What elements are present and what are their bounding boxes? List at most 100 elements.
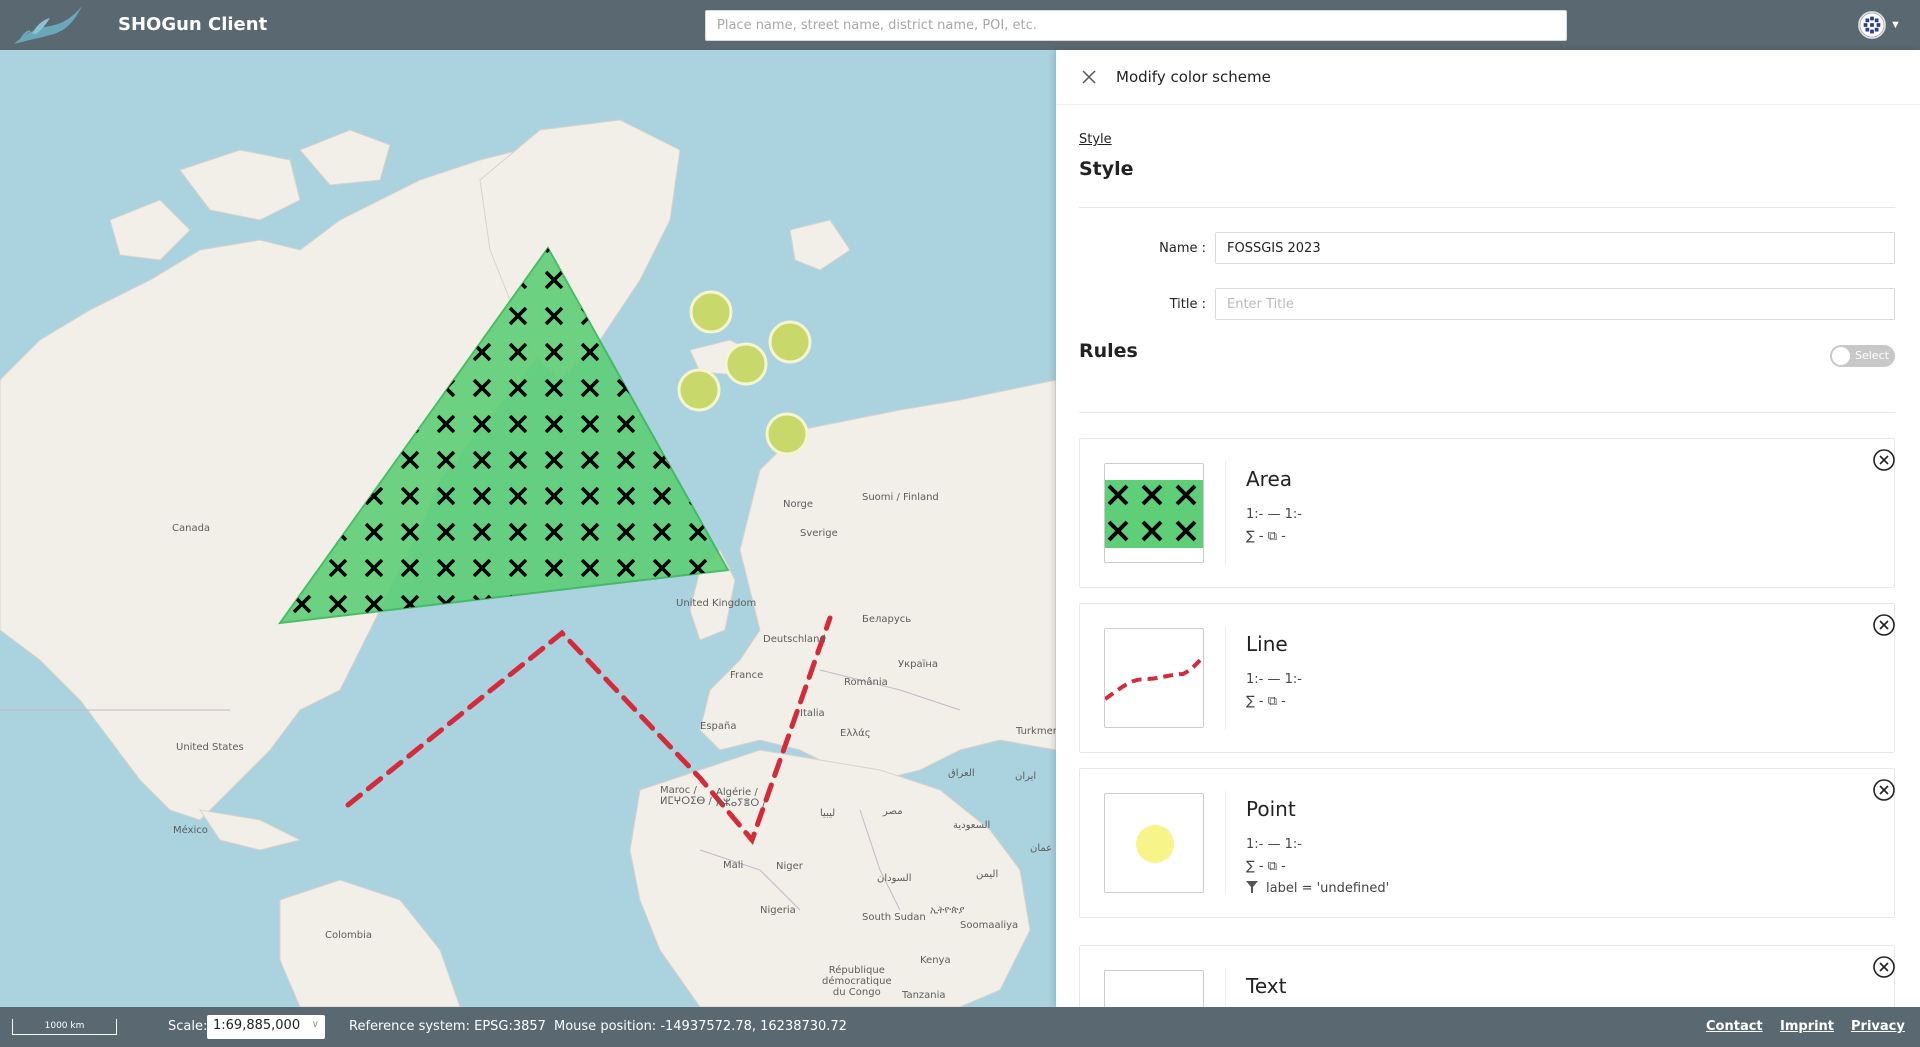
map-label-oman: عمان xyxy=(1030,843,1053,854)
map-label-saudi: السعودية xyxy=(953,820,991,831)
map-label-italia: Italia xyxy=(800,708,825,719)
close-icon[interactable] xyxy=(1079,67,1099,87)
breadcrumb-style[interactable]: Style xyxy=(1079,132,1112,147)
footer: 1000 km Scale: 1:69,885,000 ∨ Reference … xyxy=(0,1007,1920,1047)
remove-rule-icon[interactable] xyxy=(1872,613,1896,637)
map-label-espana: España xyxy=(700,721,737,732)
map-label-ellas: Ελλάς xyxy=(840,728,871,739)
map-label-norge: Norge xyxy=(783,499,814,510)
remove-rule-icon[interactable] xyxy=(1872,448,1896,472)
map-label-egypt: مصر xyxy=(883,806,903,817)
map-label-iran: ایران xyxy=(1015,771,1037,782)
rule-scale: 1:- — 1:- xyxy=(1246,837,1302,852)
map-label-south-sudan: South Sudan xyxy=(862,912,926,923)
panel-header: Modify color scheme xyxy=(1056,50,1920,105)
map-label-algerie: Algérie / ⴷⵣⴰⵢⴻⵔ / xyxy=(716,787,766,809)
map-label-colombia: Colombia xyxy=(325,930,372,941)
area-symbol-preview xyxy=(1104,463,1204,563)
style-editor-panel: Modify color scheme Style Style Name : T… xyxy=(1056,50,1920,1007)
mouse-position: Mouse position: -14937572.78, 16238730.7… xyxy=(554,1019,847,1034)
map-label-maroc: Maroc / ⵍⵎⵖⵔⵉⴱ / xyxy=(660,785,712,807)
reference-system: Reference system: EPSG:3857 xyxy=(349,1019,546,1034)
map-label-kenya: Kenya xyxy=(920,955,951,966)
scale-select[interactable]: 1:69,885,000 ∨ xyxy=(207,1015,325,1039)
name-label: Name : xyxy=(1159,241,1206,256)
chevron-down-icon: ▼ xyxy=(1890,19,1901,31)
rule-name: Point xyxy=(1246,797,1296,821)
imprint-link[interactable]: Imprint xyxy=(1780,1019,1834,1034)
map-label-france: France xyxy=(730,670,764,681)
map-label-sudan: السودان xyxy=(877,873,912,884)
map-label-niger: Niger xyxy=(776,861,803,872)
rule-separator xyxy=(1225,968,1226,1007)
map-label-yemen: اليمن xyxy=(976,869,999,880)
panel-title: Modify color scheme xyxy=(1116,68,1271,86)
scale-bar-label: 1000 km xyxy=(44,1021,85,1031)
remove-rule-icon[interactable] xyxy=(1872,778,1896,802)
rule-card-text[interactable]: Text xyxy=(1079,945,1895,1007)
map-label-romania: România xyxy=(844,677,888,688)
map-label-suomi: Suomi / Finland xyxy=(862,492,939,503)
map-label-deutschland: Deutschland xyxy=(763,634,826,645)
rule-stats: ∑ - ⧉ - xyxy=(1246,529,1286,544)
rule-stats: ∑ - ⧉ - xyxy=(1246,859,1286,874)
map-canvas[interactable] xyxy=(0,50,1056,1007)
rule-scale: 1:- — 1:- xyxy=(1246,672,1302,687)
name-field[interactable] xyxy=(1215,232,1895,264)
map-label-mexico: México xyxy=(173,825,208,836)
map-label-libya: ليبيا xyxy=(820,808,836,819)
remove-rule-icon[interactable] xyxy=(1872,955,1896,979)
rule-separator xyxy=(1225,461,1226,565)
map-label-ethiopia: ኢትዮጵያ xyxy=(930,905,965,916)
rule-name: Area xyxy=(1246,467,1293,491)
user-menu[interactable]: ▼ xyxy=(1858,10,1908,40)
map-label-belarus: Беларусь xyxy=(862,614,912,625)
rule-card-point[interactable]: Point 1:- — 1:- ∑ - ⧉ - label = 'undefin… xyxy=(1079,768,1895,918)
rule-separator xyxy=(1225,626,1226,730)
privacy-link[interactable]: Privacy xyxy=(1851,1019,1905,1034)
point-symbol-preview xyxy=(1104,793,1204,893)
title-field[interactable] xyxy=(1215,288,1895,320)
rule-card-line[interactable]: Line 1:- — 1:- ∑ - ⧉ - xyxy=(1079,603,1895,753)
map-label-united-states: United States xyxy=(176,742,244,753)
scale-label: Scale: xyxy=(168,1019,208,1034)
text-symbol-preview xyxy=(1104,970,1204,1007)
search-input[interactable] xyxy=(705,10,1567,41)
select-toggle-label: Select xyxy=(1855,349,1889,362)
toggle-knob xyxy=(1832,347,1850,365)
map-label-sverige: Sverige xyxy=(800,528,838,539)
rule-card-area[interactable]: Area 1:- — 1:- ∑ - ⧉ - xyxy=(1079,438,1895,588)
app-header: SHOGun Client ▼ xyxy=(0,0,1920,50)
style-heading: Style xyxy=(1079,158,1134,180)
shogun-logo-icon[interactable] xyxy=(10,4,85,46)
map-label-somalia: Soomaaliya xyxy=(960,920,1019,931)
rule-stats: ∑ - ⧉ - xyxy=(1246,694,1286,709)
map-label-mali: Mali xyxy=(723,860,744,871)
map-label-canada: Canada xyxy=(172,523,211,534)
line-symbol-preview xyxy=(1104,628,1204,728)
map-label-nigeria: Nigeria xyxy=(760,905,796,916)
app-title: SHOGun Client xyxy=(118,14,268,35)
rules-heading: Rules xyxy=(1079,340,1138,362)
divider xyxy=(1079,207,1895,208)
divider xyxy=(1079,412,1895,413)
map-view[interactable]: Canada United States México Colombia Nor… xyxy=(0,50,1056,1007)
scale-bar: 1000 km xyxy=(12,1019,117,1035)
map-label-ukraina: Україна xyxy=(898,659,939,670)
map-label-tanzania: Tanzania xyxy=(902,990,946,1001)
map-label-uk: United Kingdom xyxy=(676,598,757,609)
scale-select-value: 1:69,885,000 xyxy=(213,1018,301,1033)
rule-separator xyxy=(1225,791,1226,895)
rule-filter: label = 'undefined' xyxy=(1246,881,1389,896)
rule-filter-text: label = 'undefined' xyxy=(1266,881,1390,896)
select-toggle[interactable]: Select xyxy=(1830,345,1895,367)
title-label: Title : xyxy=(1169,297,1206,312)
contact-link[interactable]: Contact xyxy=(1706,1019,1763,1034)
rule-name: Text xyxy=(1246,974,1287,998)
map-label-iraq: العراق xyxy=(948,768,975,779)
map-point-features[interactable] xyxy=(677,290,812,456)
avatar xyxy=(1858,11,1886,39)
map-label-drc: République démocratique du Congo xyxy=(822,965,892,998)
filter-icon xyxy=(1246,881,1258,893)
rule-name: Line xyxy=(1246,632,1288,656)
